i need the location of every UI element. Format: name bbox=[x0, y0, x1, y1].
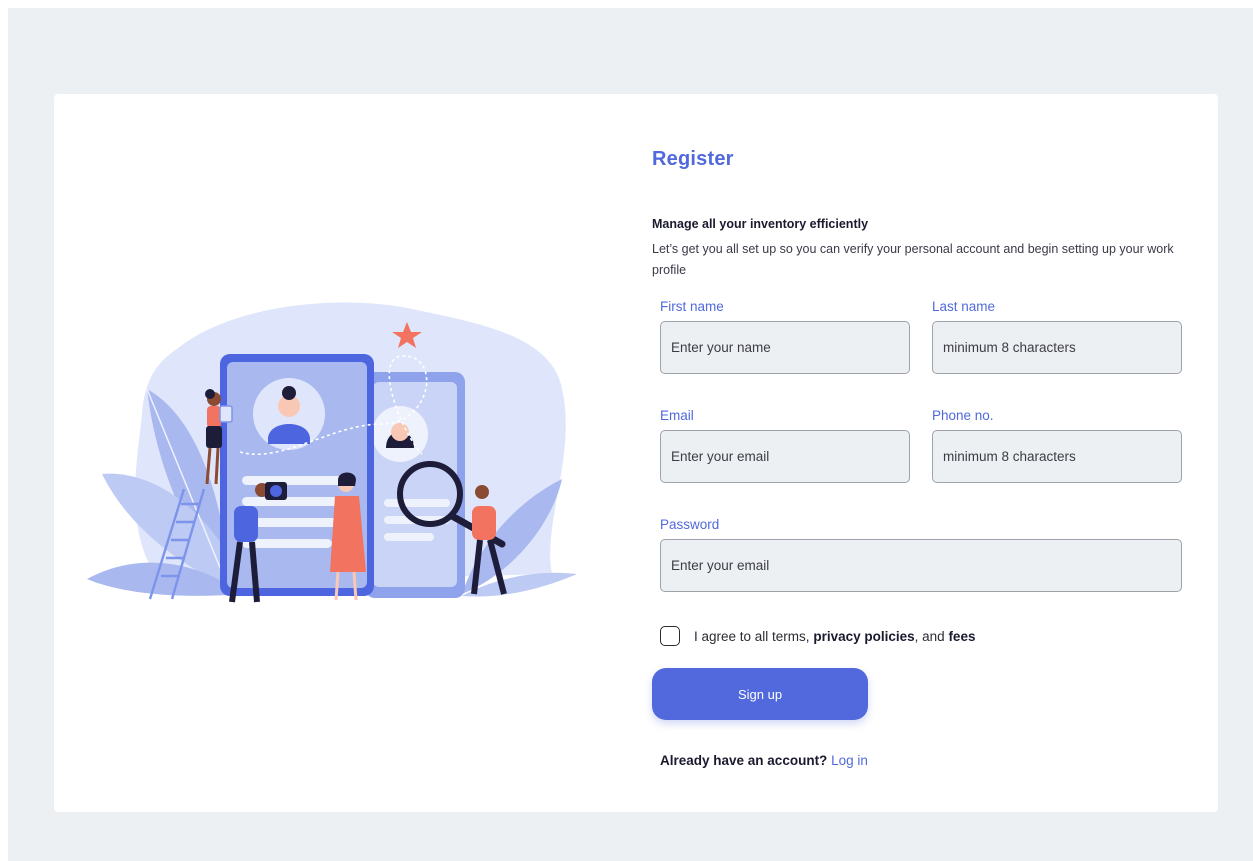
phone-input[interactable] bbox=[932, 430, 1182, 483]
terms-agreement: I agree to all terms, privacy policies ,… bbox=[660, 626, 975, 646]
last-name-group: Last name bbox=[932, 299, 1182, 374]
password-label: Password bbox=[660, 517, 720, 532]
login-prompt: Already have an account? bbox=[660, 753, 828, 768]
login-link[interactable]: Log in bbox=[831, 753, 868, 768]
last-name-label: Last name bbox=[932, 299, 996, 314]
sign-up-button[interactable]: Sign up bbox=[652, 668, 868, 720]
phone-label: Phone no. bbox=[932, 408, 994, 423]
phone-group: Phone no. bbox=[932, 408, 1182, 483]
email-input[interactable] bbox=[660, 430, 910, 483]
first-name-label: First name bbox=[660, 299, 724, 314]
terms-text-middle: , and bbox=[914, 628, 945, 644]
fees-link[interactable]: fees bbox=[948, 629, 975, 644]
password-input[interactable] bbox=[660, 539, 1182, 592]
last-name-input[interactable] bbox=[932, 321, 1182, 374]
form-subtitle: Manage all your inventory efficiently bbox=[652, 217, 869, 231]
email-label: Email bbox=[660, 408, 694, 423]
terms-checkbox[interactable] bbox=[660, 626, 680, 646]
first-name-input[interactable] bbox=[660, 321, 910, 374]
page-title: Register bbox=[652, 148, 734, 170]
email-group: Email bbox=[660, 408, 910, 483]
first-name-group: First name bbox=[660, 299, 910, 374]
page-background: Register Manage all your inventory effic… bbox=[8, 8, 1253, 861]
register-illustration bbox=[87, 302, 577, 603]
form-description: Let’s get you all set up so you can veri… bbox=[652, 242, 1174, 277]
password-group: Password bbox=[660, 517, 1182, 592]
login-prompt-line: Already have an account? Log in bbox=[660, 753, 868, 768]
register-card: Register Manage all your inventory effic… bbox=[54, 94, 1218, 812]
privacy-policies-link[interactable]: privacy policies bbox=[813, 629, 914, 644]
terms-text-prefix: I agree to all terms, bbox=[694, 628, 810, 644]
